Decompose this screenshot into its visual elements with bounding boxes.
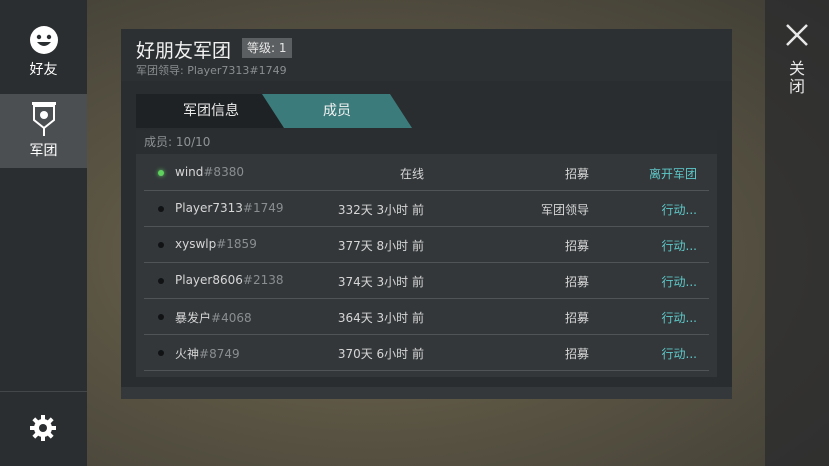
member-last-online: 374天 3小时 前 [337, 275, 424, 289]
panel-header: 好朋友军团 等级: 1 军团领导: Player7313#1749 [121, 29, 732, 81]
close-bar: 关闭 [765, 0, 829, 466]
member-row: Player8606#2138 374天 3小时 前 招募 行动... [144, 263, 709, 299]
member-actions-button[interactable]: 行动... [594, 309, 697, 326]
smiley-face-icon [29, 26, 58, 54]
tab-legion-info[interactable]: 军团信息 [136, 94, 286, 128]
offline-status-dot [158, 350, 164, 356]
member-name: xyswlp#1859 [175, 237, 257, 251]
panel-footer [121, 387, 732, 399]
legion-title: 好朋友军团 [136, 40, 232, 62]
sidebar: 好友 军团 [0, 0, 87, 466]
tab-bar: 军团信息 成员 [136, 94, 711, 128]
offline-status-dot [158, 242, 164, 248]
sidebar-item-label: 好友 [29, 62, 58, 78]
sidebar-item-friends[interactable]: 好友 [0, 16, 87, 88]
member-row: Player7313#1749 332天 3小时 前 军团领导 行动... [144, 191, 709, 227]
gear-icon[interactable] [28, 413, 58, 443]
sidebar-divider [0, 391, 87, 392]
member-row: wind#8380 在线 招募 离开军团 [144, 155, 709, 191]
legion-panel: 好朋友军团 等级: 1 军团领导: Player7313#1749 军团信息 成… [121, 29, 732, 399]
member-last-online: 364天 3小时 前 [337, 311, 424, 325]
member-name: wind#8380 [175, 165, 244, 179]
member-role: 军团领导 [540, 203, 589, 217]
level-badge: 等级: 1 [242, 38, 292, 58]
member-role: 招募 [564, 239, 589, 253]
member-name: Player7313#1749 [175, 201, 284, 215]
offline-status-dot [158, 206, 164, 212]
member-row: xyswlp#1859 377天 8小时 前 招募 行动... [144, 227, 709, 263]
close-button[interactable]: 关闭 [786, 60, 807, 96]
legion-banner-icon [31, 102, 56, 136]
member-last-online: 377天 8小时 前 [337, 239, 424, 253]
legion-leader: 军团领导: Player7313#1749 [136, 64, 287, 77]
close-x-icon[interactable] [784, 22, 810, 48]
member-last-online: 在线 [399, 167, 424, 181]
member-count: 成员: 10/10 [136, 130, 717, 154]
sidebar-item-legion[interactable]: 军团 [0, 94, 87, 168]
member-name: Player8606#2138 [175, 273, 284, 287]
online-status-dot [158, 170, 164, 176]
member-name: 火神#8749 [175, 347, 240, 361]
member-list: 成员: 10/10 wind#8380 在线 招募 离开军团 Player731… [136, 130, 717, 377]
member-role: 招募 [564, 275, 589, 289]
member-role: 招募 [564, 167, 589, 181]
member-actions-button[interactable]: 行动... [594, 345, 697, 362]
member-actions-button[interactable]: 行动... [594, 237, 697, 254]
member-row: 火神#8749 370天 6小时 前 招募 行动... [144, 335, 709, 371]
leave-legion-button[interactable]: 离开军团 [594, 165, 697, 182]
member-actions-button[interactable]: 行动... [594, 201, 697, 218]
member-last-online: 370天 6小时 前 [337, 347, 424, 361]
offline-status-dot [158, 314, 164, 320]
member-row: 暴发户#4068 364天 3小时 前 招募 行动... [144, 299, 709, 335]
member-last-online: 332天 3小时 前 [337, 203, 424, 217]
member-actions-button[interactable]: 行动... [594, 273, 697, 290]
member-role: 招募 [564, 311, 589, 325]
member-role: 招募 [564, 347, 589, 361]
tab-members[interactable]: 成员 [262, 94, 412, 128]
sidebar-item-label: 军团 [29, 143, 58, 159]
member-name: 暴发户#4068 [175, 311, 252, 325]
offline-status-dot [158, 278, 164, 284]
